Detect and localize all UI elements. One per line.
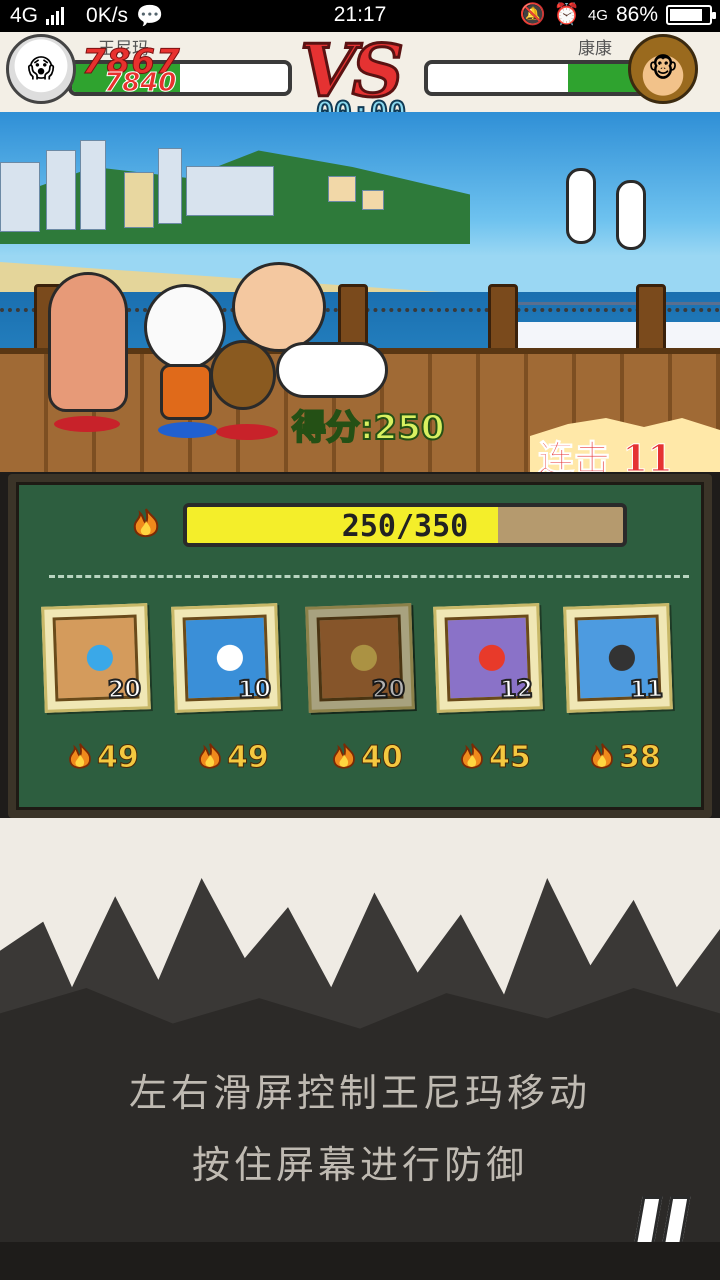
fighter-shadow <box>158 422 218 438</box>
white-dog <box>276 342 388 398</box>
player-right-avatar: 🐵 <box>628 34 698 104</box>
building <box>0 162 40 232</box>
battle-scene[interactable]: 得分:250 连击 11 <box>0 112 720 472</box>
skill-cost-value: 49 <box>227 739 270 775</box>
alarm-icon: ⏰ <box>553 3 580 26</box>
tips-area[interactable]: 左右滑屏控制王尼玛移动 按住屏幕进行防御 <box>0 818 720 1242</box>
building <box>124 172 154 228</box>
energy-text: 250/350 <box>341 509 469 544</box>
battery-icon <box>666 5 716 25</box>
pause-icon <box>661 1196 691 1242</box>
pause-icon <box>633 1196 663 1242</box>
player-right-name: 康康 <box>578 39 612 59</box>
tip-line-1: 左右滑屏控制王尼玛移动 <box>128 1071 591 1115</box>
fighter-shadow <box>54 416 120 432</box>
monkey-face-icon: 🐵 <box>647 54 679 84</box>
pause-button[interactable] <box>632 1196 694 1242</box>
network-type-2: 4G <box>587 6 608 24</box>
screaming-face-icon: 😱 <box>27 54 55 84</box>
dock-post <box>636 284 666 356</box>
skill-cost: 49 <box>65 737 175 777</box>
building <box>362 190 384 210</box>
skill-cost-value: 49 <box>97 739 140 775</box>
flame-icon <box>133 508 159 538</box>
flame-icon <box>69 743 91 769</box>
flame-icon <box>461 743 483 769</box>
skill-cost: 40 <box>329 737 439 777</box>
skill-card-5[interactable]: 11 <box>563 603 673 713</box>
skill-cost: 49 <box>195 737 305 777</box>
building <box>186 166 274 216</box>
skill-cost-value: 38 <box>619 739 662 775</box>
skill-card-4[interactable]: 12 <box>433 603 543 713</box>
battle-hud: 王尼玛 康康 😱 🐵 7867 7840 VS 00:00 <box>0 27 720 132</box>
kangkang-monkey <box>210 340 276 410</box>
round-score: 得分:250 <box>291 400 446 449</box>
flame-icon <box>333 743 355 769</box>
combo-value: 11 <box>622 438 673 473</box>
battery-percent: 86% <box>615 3 658 26</box>
combo-counter: 连击 11 <box>537 430 673 473</box>
skill-count: 20 <box>370 673 406 704</box>
fighter-shadow <box>216 424 278 440</box>
skill-card-1[interactable]: 20 <box>41 603 151 713</box>
bottom-bar <box>0 1242 720 1280</box>
skill-count: 20 <box>106 673 142 704</box>
monkey-fighter <box>48 272 128 412</box>
skill-cost-value: 40 <box>361 739 404 775</box>
skill-count: 12 <box>498 673 534 704</box>
combo-label: 连击 <box>537 438 611 473</box>
flame-icon <box>199 743 221 769</box>
dock-post <box>488 284 518 356</box>
wang-nima-body <box>160 364 212 420</box>
score-secondary: 7840 <box>103 68 177 99</box>
skill-count: 10 <box>236 673 272 704</box>
skill-card-2[interactable]: 10 <box>171 603 281 713</box>
round-score-value: 250 <box>373 407 446 449</box>
player-right-health-bar <box>424 60 650 96</box>
skill-cost: 45 <box>457 737 567 777</box>
clock: 21:17 <box>333 3 387 26</box>
skill-panel: 250/350 20 49 10 49 20 40 12 45 11 38 <box>8 474 712 818</box>
round-score-label: 得分: <box>291 407 375 449</box>
bald-man-fighter <box>232 262 326 352</box>
sailor-figure <box>566 168 596 244</box>
energy-bar: 250/350 <box>183 503 627 547</box>
building <box>46 150 76 230</box>
chalkboard: 250/350 20 49 10 49 20 40 12 45 11 38 <box>16 482 704 810</box>
sailor-figure <box>616 180 646 250</box>
skill-card-3[interactable]: 20 <box>305 603 415 713</box>
building <box>80 140 106 230</box>
building <box>158 148 182 224</box>
mute-icon: 🔕 <box>519 3 546 26</box>
chalk-divider <box>49 575 689 578</box>
player-left-avatar: 😱 <box>6 34 76 104</box>
flame-icon <box>591 743 613 769</box>
game-screen[interactable]: 4G 0K/s 💬 21:17 🔕 ⏰ 4G 86% 王尼玛 康康 😱 🐵 78… <box>0 0 720 1280</box>
skill-count: 11 <box>628 673 664 704</box>
skill-cost: 38 <box>587 737 697 777</box>
tip-line-2: 按住屏幕进行防御 <box>191 1143 528 1187</box>
skill-cost-value: 45 <box>489 739 532 775</box>
building <box>328 176 356 202</box>
